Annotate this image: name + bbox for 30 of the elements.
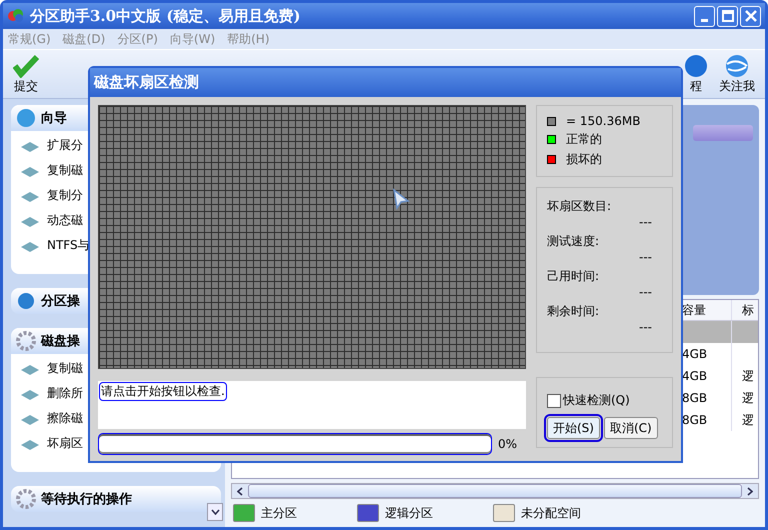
table-cell: 逻	[742, 412, 754, 428]
legend-label: 损坏的	[566, 151, 602, 168]
table-cell: 逻	[742, 390, 754, 406]
stat-label: 坏扇区数目:	[547, 198, 612, 215]
legend-label: 正常的	[566, 131, 602, 148]
table-cell: 逻	[742, 368, 754, 384]
legend-label: 逻辑分区	[385, 504, 433, 522]
progress-reading: 0%	[498, 437, 518, 451]
section-title: 向导	[41, 110, 67, 127]
table-cell: 8GB	[682, 413, 708, 427]
table-cell: 8GB	[682, 391, 708, 405]
stat-value: ---	[639, 215, 652, 229]
column-header: 标	[741, 302, 755, 318]
stat-value: ---	[639, 320, 652, 334]
section-title: 分区操	[41, 293, 80, 310]
table-cell: 4GB	[682, 347, 708, 361]
stat-label: 测试速度:	[547, 233, 600, 250]
stat-label: 剩余时间:	[547, 303, 600, 320]
section-title: 磁盘操	[41, 333, 80, 350]
section-title: 等待执行的操作	[41, 491, 132, 508]
dialog-title: 磁盘坏扇区检测	[94, 73, 199, 92]
legend-label: 主分区	[261, 504, 297, 522]
legend-label: 未分配空间	[521, 504, 581, 522]
legend-label: = 150.36MB	[566, 114, 640, 128]
table-cell: 4GB	[682, 369, 708, 383]
stat-value: ---	[639, 285, 652, 299]
status-message: 请点击开始按钮以检查.	[99, 382, 227, 401]
stat-value: ---	[639, 250, 652, 264]
window-title: 分区助手3.0中文版 (稳定、易用且免费)	[30, 6, 301, 26]
stat-label: 己用时间:	[547, 268, 600, 285]
